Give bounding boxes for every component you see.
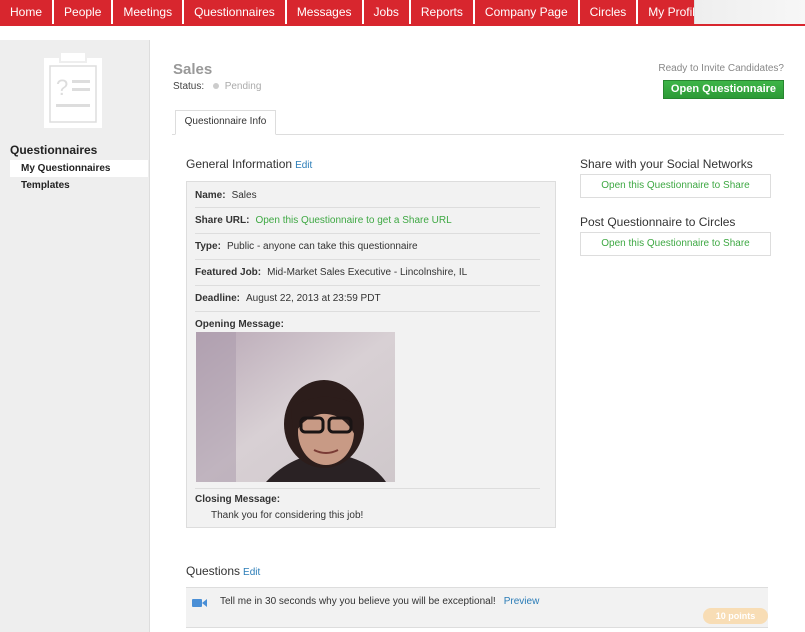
nav-tab-company-page[interactable]: Company Page [474,0,578,24]
share-url-link[interactable]: Open this Questionnaire to get a Share U… [255,215,451,226]
sidebar-item-templates[interactable]: Templates [10,177,148,194]
field-name: Name: Sales [195,190,257,201]
top-nav-tabs: Home People Meetings Questionnaires Mess… [0,0,714,24]
top-nav: Home People Meetings Questionnaires Mess… [0,0,805,26]
status-row: Status: Pending [173,81,261,92]
clipboard-icon: ? [44,51,102,128]
divider [195,285,540,286]
status-badge: Pending [224,81,262,92]
question-text-wrap: Tell me in 30 seconds why you believe yo… [220,596,539,607]
field-featured-job: Featured Job: Mid-Market Sales Executive … [195,267,468,278]
questions-edit-link[interactable]: Edit [243,567,260,578]
nav-tab-home[interactable]: Home [0,0,53,24]
divider [195,233,540,234]
divider [195,311,540,312]
video-camera-icon [192,599,207,607]
nav-tab-reports[interactable]: Reports [410,0,473,24]
question-text: Tell me in 30 seconds why you believe yo… [220,596,496,607]
ready-text: Ready to Invite Candidates? [658,63,784,74]
page-title: Sales [173,61,213,78]
svg-text:?: ? [56,75,68,100]
divider [195,259,540,260]
field-share-url: Share URL: Open this Questionnaire to get… [195,215,452,226]
tab-questionnaire-info[interactable]: Questionnaire Info [175,110,276,135]
opening-message-video-thumbnail[interactable] [196,332,395,482]
nav-tab-circles[interactable]: Circles [579,0,637,24]
sidebar-title: Questionnaires [10,143,98,157]
sidebar: ? Questionnaires My Questionnaires Templ… [0,40,150,632]
share-social-heading: Share with your Social Networks [580,157,753,171]
general-info-heading: General Information Edit [186,157,312,171]
nav-tab-questionnaires[interactable]: Questionnaires [184,0,285,24]
nav-tab-people[interactable]: People [54,0,112,24]
field-opening-message: Opening Message: [195,319,284,330]
field-closing-message: Closing Message: [195,494,281,505]
nav-tab-meetings[interactable]: Meetings [113,0,183,24]
general-info-title: General Information [186,157,293,171]
status-label: Status: [173,81,205,92]
divider [195,207,540,208]
general-info-edit-link[interactable]: Edit [295,160,312,171]
points-badge: 10 points [703,608,768,624]
nav-filler [694,0,805,24]
share-circles-button[interactable]: Open this Questionnaire to Share [580,232,771,256]
question-preview-link[interactable]: Preview [504,596,540,607]
general-info-box: Name: Sales Share URL: Open this Questionn… [186,181,556,528]
sidebar-item-my-questionnaires[interactable]: My Questionnaires [10,160,148,177]
questions-title: Questions [186,564,241,578]
circles-heading: Post Questionnaire to Circles [580,215,736,229]
divider [195,488,540,489]
questions-heading: Questions Edit [186,564,260,578]
share-social-button[interactable]: Open this Questionnaire to Share [580,174,771,198]
field-deadline: Deadline: August 22, 2013 at 23:59 PDT [195,293,381,304]
open-questionnaire-button[interactable]: Open Questionnaire [663,80,784,99]
closing-message-text: Thank you for considering this job! [211,510,364,521]
nav-tab-messages[interactable]: Messages [286,0,362,24]
person-photo [196,332,395,482]
question-row: Tell me in 30 seconds why you believe yo… [186,587,768,628]
status-dot-icon [212,82,219,89]
field-type: Type: Public - anyone can take this quest… [195,241,418,252]
nav-tab-jobs[interactable]: Jobs [363,0,409,24]
